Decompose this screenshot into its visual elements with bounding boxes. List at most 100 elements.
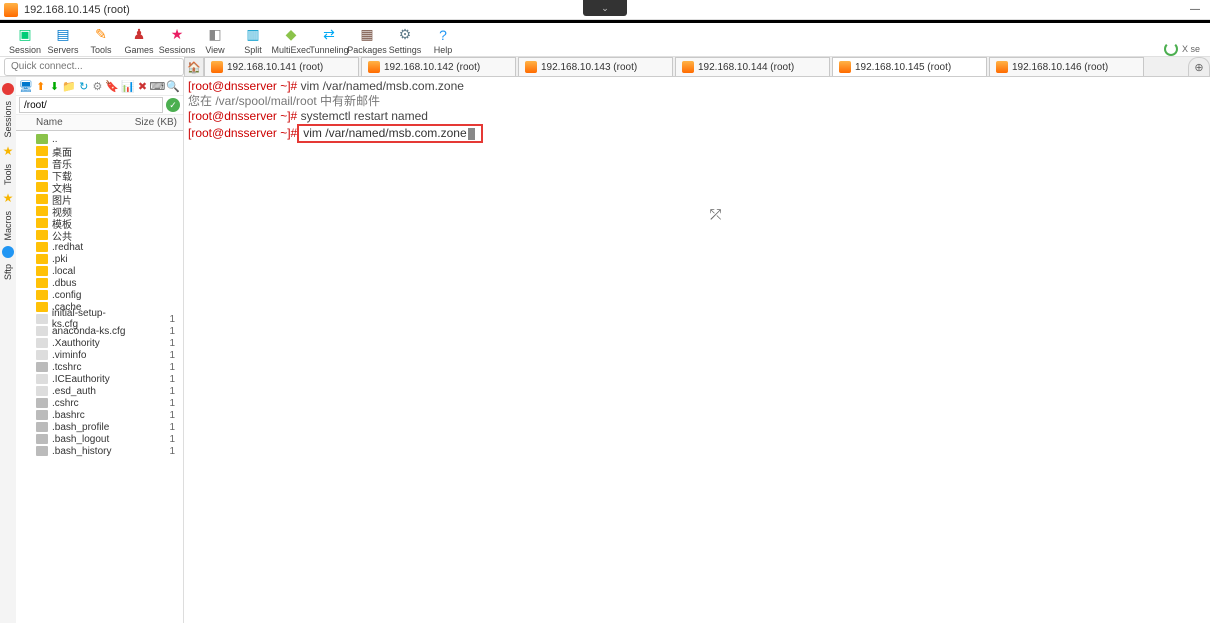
toolbar-sessions[interactable]: ★Sessions [158,24,196,56]
session-tabs: 🏠 192.168.10.141 (root) 192.168.10.142 (… [184,57,1210,77]
upload-icon[interactable]: ⬆ [35,79,47,93]
monitor-icon[interactable]: 🖥 [19,79,33,93]
file-name: .bash_logout [52,434,109,445]
refresh-icon[interactable]: ↻ [78,79,90,93]
file-size: 1 [135,338,181,349]
toolbar-multiexec[interactable]: ◆MultiExec [272,24,310,56]
list-item[interactable]: .ICEauthority1 [18,373,181,385]
list-item[interactable]: .viminfo 1 [18,349,181,361]
file-icon [36,434,48,444]
file-name: .config [52,290,81,301]
folder-icon [36,206,48,216]
file-name: .esd_auth [52,386,96,397]
file-name: anaconda-ks.cfg [52,326,125,337]
list-item[interactable]: 图片 [18,193,181,205]
close-icon[interactable]: ✖ [137,79,149,93]
toolbar-label: Split [244,45,262,55]
file-name: .dbus [52,278,76,289]
list-item[interactable]: .pki [18,253,181,265]
list-item[interactable]: 桌面 [18,145,181,157]
download-icon[interactable]: ⬇ [49,79,61,93]
file-size: 1 [135,350,181,361]
terminal[interactable]: [root@dnsserver ~]# vim /var/named/msb.c… [184,77,1210,623]
toolbar-packages[interactable]: ▦Packages [348,24,386,56]
rail-dot[interactable] [2,246,14,258]
terminal-icon [682,61,694,73]
gear-icon[interactable]: ⚙ [92,79,104,93]
toolbar-tunneling[interactable]: ⇄Tunneling [310,24,348,56]
tab-146[interactable]: 192.168.10.146 (root) [989,57,1144,76]
list-item[interactable]: .bash_history1 [18,445,181,457]
list-item[interactable]: .esd_auth1 [18,385,181,397]
file-name: .pki [52,254,68,265]
list-item[interactable]: .tcshrc1 [18,361,181,373]
rail-dot[interactable] [2,83,14,95]
list-item[interactable]: 文档 [18,181,181,193]
toolbar-view[interactable]: ◧View [196,24,234,56]
toolbar-settings[interactable]: ⚙Settings [386,24,424,56]
toolbar-label: Tunneling [309,45,348,55]
app-icon [4,3,18,17]
list-item[interactable]: initial-setup-ks.cfg1 [18,313,181,325]
up-dir[interactable]: .. [18,133,181,145]
rail-macros[interactable]: Macros [3,209,13,243]
header-size[interactable]: Size (KB) [133,117,183,128]
list-item[interactable]: .cshrc1 [18,397,181,409]
file-icon [36,338,48,348]
toolbar-label: Help [434,45,453,55]
list-item[interactable]: anaconda-ks.cfg1 [18,325,181,337]
quick-connect-input[interactable] [4,58,184,76]
tab-141[interactable]: 192.168.10.141 (root) [204,57,359,76]
tab-label: 192.168.10.146 (root) [1012,62,1108,73]
toolbar-servers[interactable]: ▤Servers [44,24,82,56]
list-item[interactable]: 下载 [18,169,181,181]
list-item[interactable]: 公共 [18,229,181,241]
toolbar-label: MultiExec [272,45,311,55]
tab-label: 192.168.10.144 (root) [698,62,794,73]
toolbar-label: Sessions [159,45,196,55]
add-tab-button[interactable]: ⊕ [1188,57,1210,76]
file-size: 1 [135,374,181,385]
tab-144[interactable]: 192.168.10.144 (root) [675,57,830,76]
sftp-panel: 🖥 ⬆ ⬇ 📁 ↻ ⚙ 🔖 📊 ✖ ⌨ 🔍 ✓ Name Size (KB) .… [16,77,184,623]
search-icon[interactable]: 🔍 [166,79,180,93]
tab-145[interactable]: 192.168.10.145 (root) [832,57,987,76]
newfolder-icon[interactable]: 📁 [62,79,76,93]
minimize-button[interactable]: — [1180,1,1210,19]
file-name: .redhat [52,242,83,253]
list-item[interactable]: .bash_profile1 [18,421,181,433]
rail-tools[interactable]: Tools [3,162,13,187]
toolbar-session[interactable]: ▣Session [6,24,44,56]
keyboard-icon[interactable]: ⌨ [150,79,164,93]
toolbar-games[interactable]: ♟Games [120,24,158,56]
terminal-icon [525,61,537,73]
list-item[interactable]: .local [18,265,181,277]
file-icon [36,398,48,408]
split-icon: ▥ [244,26,262,44]
rail-sftp[interactable]: Sftp [3,262,13,282]
rail-sessions[interactable]: Sessions [3,99,13,140]
bookmark-icon[interactable]: 🔖 [105,79,119,93]
list-item[interactable]: 视频 [18,205,181,217]
file-tree[interactable]: .. 桌面音乐下载文档图片视频模板公共.redhat.pki.local.dbu… [16,131,183,623]
list-item[interactable]: .config [18,289,181,301]
toolbar-help[interactable]: ?Help [424,24,462,56]
list-item[interactable]: .redhat [18,241,181,253]
file-name: .viminfo [52,350,86,361]
list-item[interactable]: .dbus [18,277,181,289]
list-item[interactable]: .Xauthority1 [18,337,181,349]
folder-icon [36,230,48,240]
tab-143[interactable]: 192.168.10.143 (root) [518,57,673,76]
tab-142[interactable]: 192.168.10.142 (root) [361,57,516,76]
path-input[interactable] [19,97,163,113]
stats-icon[interactable]: 📊 [121,79,135,93]
toolbar-tools[interactable]: ✎Tools [82,24,120,56]
home-tab[interactable]: 🏠 [184,57,204,76]
list-item[interactable]: 模板 [18,217,181,229]
list-item[interactable]: .bashrc1 [18,409,181,421]
list-item[interactable]: 音乐 [18,157,181,169]
toolbar-split[interactable]: ▥Split [234,24,272,56]
list-item[interactable]: .bash_logout1 [18,433,181,445]
header-name[interactable]: Name [16,117,133,128]
titlebar-dropdown[interactable]: ⌄ [583,0,627,16]
